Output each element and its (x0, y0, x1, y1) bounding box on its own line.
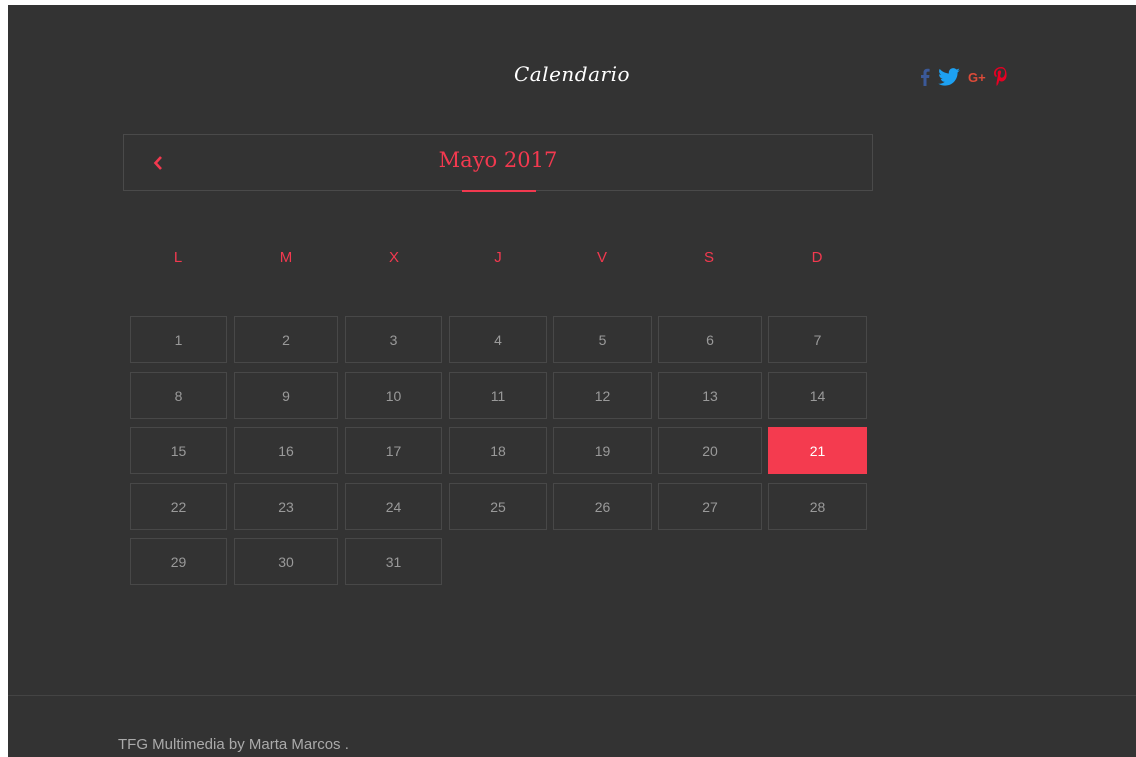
day-cell[interactable]: 16 (234, 427, 338, 474)
day-cell[interactable]: 5 (553, 316, 652, 363)
day-cell-selected[interactable]: 21 (768, 427, 867, 474)
day-cell[interactable]: 23 (234, 483, 338, 530)
day-cell[interactable]: 8 (130, 372, 227, 419)
weekday-label: M (279, 249, 293, 266)
day-cell[interactable]: 7 (768, 316, 867, 363)
day-cell[interactable]: 22 (130, 483, 227, 530)
day-cell[interactable]: 13 (658, 372, 762, 419)
calendar-page: Calendario G+ Mayo 2017 L M X J V S D 1 … (8, 5, 1136, 757)
day-cell[interactable]: 28 (768, 483, 867, 530)
day-cell[interactable]: 9 (234, 372, 338, 419)
day-cell[interactable]: 19 (553, 427, 652, 474)
footer-divider (8, 695, 1136, 696)
day-cell[interactable]: 27 (658, 483, 762, 530)
month-title: Mayo 2017 (438, 148, 558, 172)
day-cell[interactable]: 31 (345, 538, 442, 585)
day-cell[interactable]: 3 (345, 316, 442, 363)
month-underline (462, 190, 536, 192)
day-cell[interactable]: 17 (345, 427, 442, 474)
weekday-label: D (811, 249, 823, 266)
month-navigation: Mayo 2017 (123, 134, 873, 192)
day-cell[interactable]: 6 (658, 316, 762, 363)
weekday-label: X (388, 249, 399, 266)
social-links: G+ (920, 64, 1008, 90)
day-cell[interactable]: 14 (768, 372, 867, 419)
day-cell[interactable]: 29 (130, 538, 227, 585)
day-cell[interactable]: 26 (553, 483, 652, 530)
pinterest-icon[interactable] (993, 67, 1008, 87)
weekday-label: S (703, 249, 714, 266)
facebook-icon[interactable] (920, 68, 930, 86)
footer-credit: TFG Multimedia by Marta Marcos . (118, 736, 349, 753)
day-cell[interactable]: 25 (449, 483, 547, 530)
day-cell[interactable]: 11 (449, 372, 547, 419)
day-cell[interactable]: 20 (658, 427, 762, 474)
day-cell[interactable]: 24 (345, 483, 442, 530)
twitter-icon[interactable] (938, 68, 960, 86)
weekday-label: L (173, 249, 183, 266)
day-cell[interactable]: 1 (130, 316, 227, 363)
day-cell[interactable]: 2 (234, 316, 338, 363)
weekday-label: J (494, 249, 502, 266)
day-cell[interactable]: 4 (449, 316, 547, 363)
day-cell[interactable]: 15 (130, 427, 227, 474)
day-cell[interactable]: 30 (234, 538, 338, 585)
day-cell[interactable]: 18 (449, 427, 547, 474)
google-plus-icon[interactable]: G+ (968, 70, 986, 85)
weekday-label: V (596, 249, 607, 266)
day-cell[interactable]: 12 (553, 372, 652, 419)
day-cell[interactable]: 10 (345, 372, 442, 419)
